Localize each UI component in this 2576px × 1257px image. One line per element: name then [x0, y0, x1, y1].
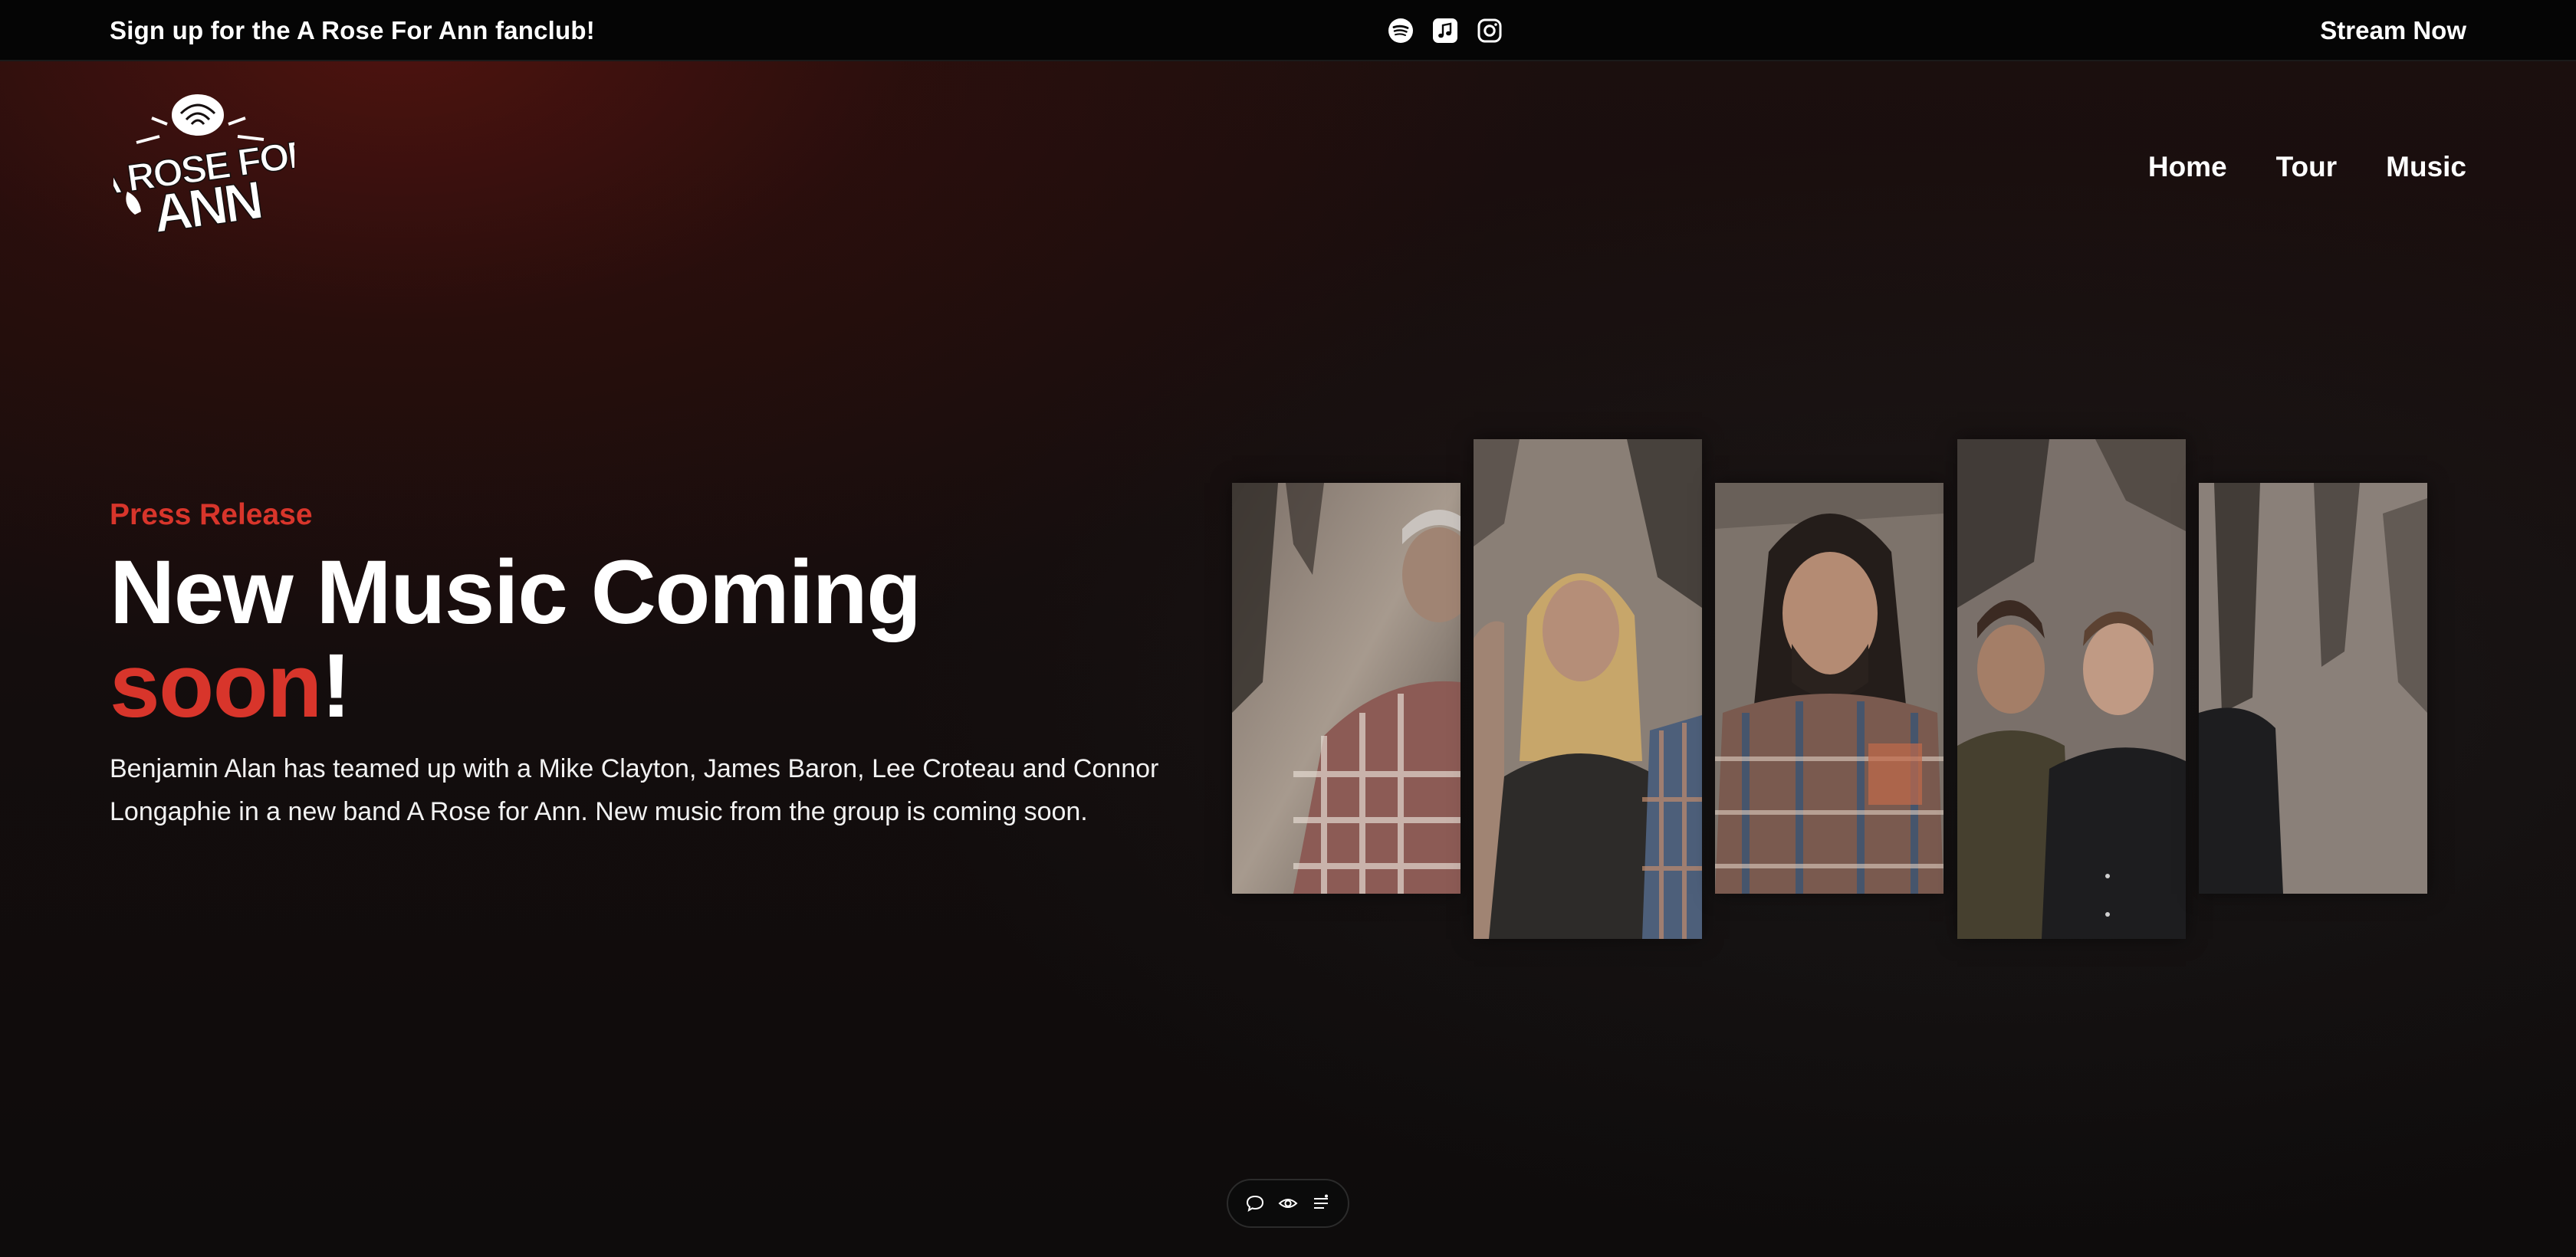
hero-headline: New Music Coming soon!: [110, 546, 1183, 733]
eye-icon[interactable]: [1277, 1193, 1299, 1214]
hero-body: Benjamin Alan has teamed up with a Mike …: [110, 754, 1159, 826]
band-logo[interactable]: A ROSE FOR ANN: [113, 90, 294, 241]
nav-tour[interactable]: Tour: [2276, 151, 2337, 183]
comment-icon[interactable]: [1244, 1193, 1266, 1214]
stream-now-link[interactable]: Stream Now: [2320, 0, 2466, 61]
social-icons: [1388, 17, 1503, 44]
spotify-icon[interactable]: [1388, 18, 1414, 44]
press-release-label: Press Release: [110, 498, 313, 531]
headline-main: New Music Coming: [110, 542, 922, 643]
page: Sign up for the A Rose For Ann fanclub!: [0, 0, 2576, 1257]
floating-toolbar: [1227, 1179, 1349, 1228]
band-photo-panel-3: [1715, 483, 1944, 894]
band-photo-panel-1: [1232, 483, 1460, 894]
nav-music[interactable]: Music: [2386, 151, 2466, 183]
fanclub-signup-link[interactable]: Sign up for the A Rose For Ann fanclub!: [110, 0, 595, 61]
band-photo-panel-5: [2199, 483, 2427, 894]
list-icon[interactable]: [1310, 1193, 1332, 1214]
top-bar: Sign up for the A Rose For Ann fanclub!: [0, 0, 2576, 61]
main-nav: Home Tour Music: [2148, 146, 2466, 189]
headline-accent: soon: [110, 635, 322, 737]
band-photo-panel-2: [1474, 439, 1702, 939]
rose-icon: [136, 94, 264, 144]
apple-music-icon[interactable]: [1432, 18, 1458, 44]
instagram-icon[interactable]: [1477, 18, 1503, 44]
band-photo-panel-4: [1957, 439, 2186, 939]
headline-end: !: [320, 635, 351, 737]
nav-home[interactable]: Home: [2148, 151, 2227, 183]
